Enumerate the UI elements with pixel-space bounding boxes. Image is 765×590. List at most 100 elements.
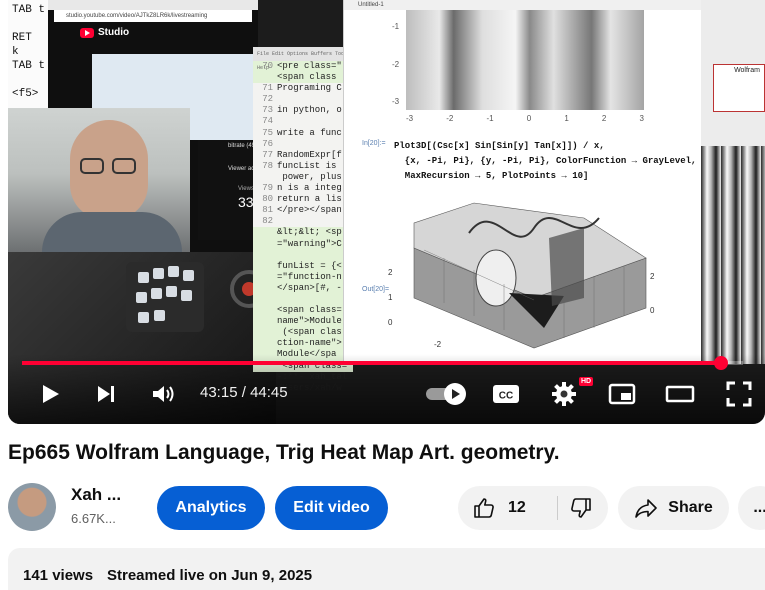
browser-url: studio.youtube.com/video/AJTkZ8LR6k/live… [54, 10, 252, 22]
x-tick: 2 [601, 114, 607, 123]
terminal-line: <f5> [12, 88, 39, 100]
line-text: <span class= [277, 305, 342, 316]
editor-line: </span>[#, - [253, 282, 353, 294]
more-actions-button[interactable]: ... [738, 486, 765, 530]
editor-line: name">Module [253, 316, 353, 328]
editor-line: power, plus [253, 172, 353, 183]
dislike-button[interactable] [554, 496, 608, 520]
x-tick: -3 [406, 114, 414, 123]
subscriber-count: 6.67K... [71, 511, 116, 526]
line-text: funList = {< [277, 260, 342, 271]
line-number: 75 [262, 127, 273, 138]
line-text: write a func [277, 127, 342, 138]
editor-line: <span class= [253, 305, 353, 317]
views-label: Views [238, 186, 254, 192]
line-text: ction-name"> [277, 338, 342, 349]
wolfram-label: Wolfram [713, 64, 765, 112]
emacs-editor: File Edit Options Buffers Tools Help 70 <… [253, 47, 353, 393]
line-text: ="warning">C [277, 238, 342, 249]
gear-icon [552, 382, 576, 406]
autoplay-toggle[interactable] [423, 378, 471, 410]
analytics-label: Analytics [175, 499, 247, 516]
line-text: name">Module [277, 316, 342, 327]
x-tick: 1 [564, 114, 569, 123]
line-text: (<span clas [277, 327, 342, 338]
y-tick: -2 [392, 60, 400, 69]
editor-line [253, 249, 353, 261]
editor-line: 75 write a func [253, 128, 353, 139]
captions-button[interactable]: CC [488, 378, 524, 410]
miniplayer-button[interactable] [604, 378, 640, 410]
editor-line: 73 in python, o [253, 105, 353, 116]
line-text: in python, o [277, 105, 342, 116]
z-tick: 2 [388, 268, 393, 277]
more-icon: ... [753, 499, 765, 516]
editor-line: 78 funcList is [253, 161, 353, 172]
volume-button[interactable] [146, 378, 182, 410]
line-number: 72 [262, 94, 273, 105]
editor-line: 79 n is a integ [253, 183, 353, 194]
share-label: Share [668, 499, 713, 516]
line-text: <span class [277, 72, 337, 83]
axis-tick: 0 [650, 306, 655, 315]
edit-video-button[interactable]: Edit video [275, 486, 388, 530]
play-icon [43, 385, 59, 403]
x-tick: -1 [486, 114, 494, 123]
line-number: 79 [262, 183, 273, 194]
fullscreen-button[interactable] [721, 378, 757, 410]
input-label: In[20]:= [362, 140, 386, 147]
share-button[interactable]: Share [618, 486, 729, 530]
line-text: </pre></span [277, 205, 342, 216]
line-text: </span>[#, - [277, 282, 342, 293]
edit-video-label: Edit video [293, 499, 370, 516]
editor-line: 71 Programing C [253, 83, 353, 94]
captions-icon: CC [493, 385, 519, 403]
duration: 44:45 [250, 384, 288, 401]
surface-plot-image [413, 202, 647, 349]
y-tick: -3 [392, 97, 400, 106]
like-button[interactable]: 12 [458, 496, 554, 520]
analytics-button[interactable]: Analytics [157, 486, 265, 530]
editor-line: 77 RandomExpr[f [253, 150, 353, 161]
editor-line: 76 [253, 139, 353, 150]
autoplay-icon [426, 383, 466, 405]
density-plot-image [406, 10, 644, 110]
thumbs-down-icon [571, 498, 591, 518]
theater-mode-button[interactable] [662, 378, 698, 410]
line-text: <pre class=" [277, 61, 342, 71]
theater-icon [665, 385, 695, 403]
line-number: 70 [262, 61, 273, 71]
line-number: 80 [262, 194, 273, 205]
axis-tick: 2 [650, 272, 655, 281]
editor-menubar: File Edit Options Buffers Tools Help [253, 47, 353, 71]
volume-icon [153, 386, 174, 402]
channel-avatar[interactable] [8, 483, 56, 531]
next-button[interactable] [88, 378, 124, 410]
editor-line: ="function-n [253, 271, 353, 283]
editor-line: <span class [253, 72, 353, 84]
time-separator: / [237, 384, 251, 401]
youtube-logo-icon [80, 27, 94, 38]
editor-line: 82 [253, 216, 353, 227]
views-value: 33 [238, 194, 254, 210]
line-text: &lt;&lt; <sp [277, 227, 342, 238]
play-button[interactable] [32, 378, 68, 410]
line-number: 74 [262, 116, 273, 127]
like-divider [557, 496, 558, 520]
editor-line: 81 </pre></span [253, 205, 353, 216]
editor-line: 72 [253, 94, 353, 105]
description-box[interactable]: 141 views Streamed live on Jun 9, 2025 [8, 548, 765, 590]
settings-button[interactable] [546, 378, 582, 410]
thumbs-up-icon [474, 498, 494, 518]
progress-bar[interactable] [22, 356, 743, 370]
hd-badge: HD [579, 377, 594, 386]
line-number: 71 [262, 83, 273, 94]
line-text: n is a integ [277, 183, 342, 194]
input-code: Plot3D[(Csc[x] Sin[Sin[y] Tan[x]]) / x, … [394, 141, 697, 181]
video-player[interactable]: TAB t RET k TAB t <f5> studio.youtube.com/vi… [8, 0, 765, 424]
channel-name[interactable]: Xah ... [71, 485, 121, 505]
terminal-line: TAB t [12, 60, 46, 72]
skip-next-icon [98, 386, 114, 402]
background-window: Wolfram [701, 0, 765, 364]
x-tick: 3 [639, 114, 644, 123]
